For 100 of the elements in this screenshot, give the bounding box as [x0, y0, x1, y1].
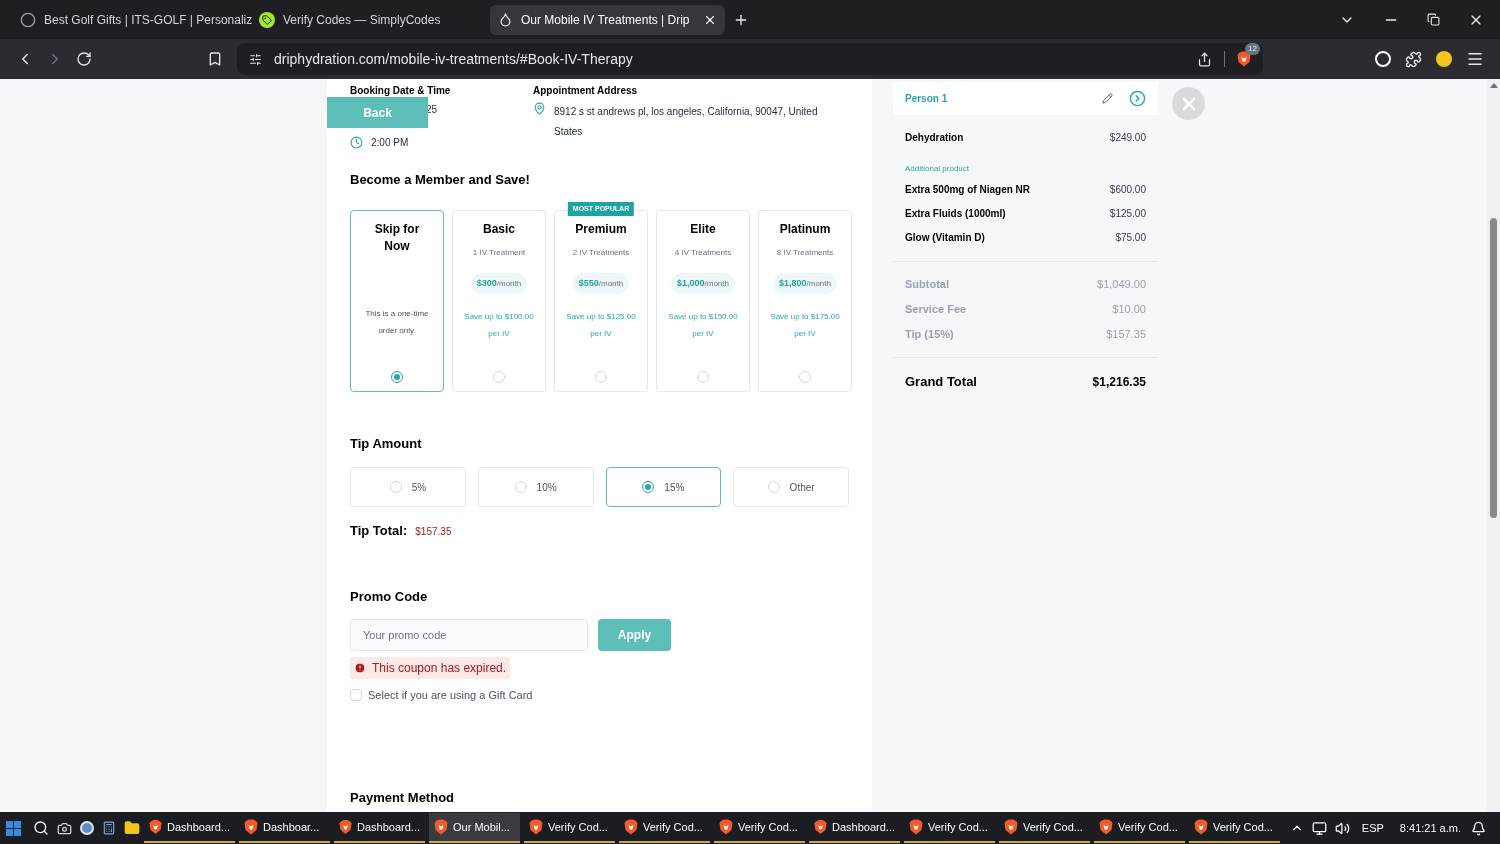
plan-treatments: 1 IV Treatment	[472, 246, 526, 259]
browser-tab[interactable]: Verify Codes — SimplyCodes	[251, 4, 486, 35]
plan-name: Platinum	[778, 220, 832, 238]
fee-label: Tip (15%)	[905, 327, 954, 343]
fee-value: $1,049.00	[1097, 277, 1146, 293]
plan-card[interactable]: Elite 4 IV Treatments $1,000/month Save up to $150.00 per IV	[656, 209, 750, 392]
lion-shield-icon[interactable]	[149, 819, 162, 835]
plan-savings: Save up to $150.00 per IV	[667, 311, 739, 340]
grand-total-label: Grand Total	[905, 373, 977, 391]
notification-icon[interactable]	[1471, 820, 1486, 836]
product-price: $75.00	[1115, 230, 1146, 245]
plan-note: This is a one-time order only.	[364, 307, 430, 337]
edit-icon[interactable]	[1102, 93, 1113, 104]
calculator-icon[interactable]	[102, 821, 116, 835]
lion-shield-icon[interactable]	[1099, 819, 1113, 835]
grand-total-value: $1,216.35	[1092, 373, 1146, 391]
taskbar-item[interactable]: Dashboard...	[809, 813, 900, 843]
lion-shield-icon[interactable]	[1004, 819, 1018, 835]
monitor-icon[interactable]	[1311, 820, 1327, 836]
clock-text[interactable]: 8:41:21 a.m.	[1399, 819, 1461, 837]
tip-option[interactable]: Other	[733, 467, 849, 507]
lion-shield-icon[interactable]	[624, 819, 638, 835]
price-pill: $1,000/month	[671, 272, 735, 294]
clock-icon	[350, 136, 363, 149]
taskbar-item[interactable]: Verify Cod...	[619, 813, 710, 843]
plan-treatments: 8 IV Treatments	[776, 246, 834, 259]
price-pill: $300/month	[470, 272, 528, 294]
section-title: Tip Amount	[350, 434, 423, 453]
lion-shield-icon[interactable]	[909, 819, 923, 835]
tab-title: Verify Codes — SimplyCodes	[283, 11, 442, 29]
app-icon[interactable]	[80, 821, 94, 835]
shield-count-badge: 12	[1245, 43, 1260, 55]
booking-label: Booking Date & Time	[350, 84, 452, 98]
tab-title: Best Golf Gifts | ITS-GOLF | Personaliz	[44, 11, 253, 29]
section-title: Payment Method	[350, 788, 455, 807]
scrollbar-thumb[interactable]	[1490, 218, 1497, 518]
site-settings-icon[interactable]	[249, 52, 262, 66]
coin-icon[interactable]	[1436, 51, 1452, 67]
volume-icon[interactable]	[1334, 820, 1350, 836]
taskbar-item[interactable]: Dashboar...	[239, 813, 330, 843]
fee-value: $157.35	[1106, 327, 1146, 343]
plan-card[interactable]: Platinum 8 IV Treatments $1,800/month Save up to $175.00 per IV	[758, 209, 852, 392]
restore-icon[interactable]	[1427, 13, 1440, 26]
share-icon[interactable]	[1197, 51, 1212, 67]
tip-option[interactable]: 15%	[605, 467, 722, 507]
reload-icon[interactable]	[76, 51, 92, 67]
browser-tab[interactable]: Our Mobile IV Treatments | Drip	[490, 4, 725, 35]
address-bar[interactable]: driphydration.com/mobile-iv-treatments/#Book-IV-Therapy 12	[237, 43, 1263, 75]
taskbar-item[interactable]: Dashboard...	[334, 813, 425, 843]
taskbar-item[interactable]: Verify Cod...	[1094, 813, 1185, 843]
fee-label: Service Fee	[905, 302, 967, 318]
booking-time: 2:00 PM	[371, 136, 409, 150]
gift-card-label: Select if you are using a Gift Card	[368, 688, 533, 703]
tip-option[interactable]: 5%	[350, 467, 466, 507]
plan-savings: Save up to $175.00 per IV	[769, 311, 841, 340]
plan-name: Premium	[574, 220, 628, 238]
bookmark-icon[interactable]	[207, 51, 223, 67]
plan-savings: Save up to $125.00 per IV	[565, 311, 637, 340]
address-label: Appointment Address	[533, 84, 639, 98]
search-icon[interactable]	[33, 820, 49, 836]
taskbar-item[interactable]: Verify Cod...	[714, 813, 805, 843]
lion-shield-icon[interactable]	[339, 819, 352, 835]
promo-code-field[interactable]: Your promo code	[350, 619, 588, 651]
plan-name: Skip for Now	[373, 220, 421, 255]
chevron-circle-icon[interactable]	[1129, 90, 1146, 107]
camera-icon[interactable]	[57, 820, 72, 836]
folder-icon[interactable]	[124, 820, 140, 836]
plan-card[interactable]: Skip for Now This is a one-time order only.	[350, 209, 444, 392]
price-pill: $550/month	[572, 272, 630, 294]
taskbar-item[interactable]: Our Mobil...	[429, 813, 520, 843]
service-price: $249.00	[1109, 131, 1146, 145]
plan-card[interactable]: Basic 1 IV Treatment $300/month Save up to $100.00 per IV	[452, 209, 546, 392]
drop-icon	[498, 12, 513, 27]
taskbar-item[interactable]: Verify Cod...	[1189, 813, 1280, 843]
taskbar-item[interactable]: Verify Cod...	[524, 813, 615, 843]
lion-shield-icon[interactable]	[814, 819, 827, 835]
lion-shield-icon[interactable]	[1237, 51, 1251, 67]
error-text: This coupon has expired.	[372, 660, 507, 677]
taskbar-item[interactable]: Dashboard...	[144, 813, 235, 843]
product-name: Glow (Vitamin D)	[905, 230, 985, 245]
menu-icon[interactable]	[1466, 50, 1484, 68]
plan-name: Basic	[482, 220, 516, 238]
extension-icon[interactable]	[1375, 51, 1391, 67]
lion-shield-icon[interactable]	[434, 819, 448, 835]
plan-treatments: 4 IV Treatments	[674, 246, 732, 259]
taskbar-item[interactable]: Verify Cod...	[904, 813, 995, 843]
location-pin-icon	[533, 102, 546, 115]
tip-option[interactable]: 10%	[477, 467, 594, 507]
taskbar-item[interactable]: Verify Cod...	[999, 813, 1090, 843]
gift-card-checkbox[interactable]	[350, 689, 362, 702]
lion-shield-icon[interactable]	[529, 819, 543, 835]
lion-shield-icon[interactable]	[1194, 819, 1208, 835]
lion-shield-icon[interactable]	[719, 819, 733, 835]
windows-icon[interactable]	[6, 820, 21, 836]
product-price: $125.00	[1109, 206, 1146, 221]
lion-shield-icon[interactable]	[244, 819, 258, 835]
language-indicator[interactable]: ESP	[1361, 819, 1384, 837]
product-name: Extra 500mg of Niagen NR	[905, 182, 1031, 197]
extensions-icon[interactable]	[1405, 50, 1422, 68]
fee-label: Subtotal	[905, 277, 949, 293]
